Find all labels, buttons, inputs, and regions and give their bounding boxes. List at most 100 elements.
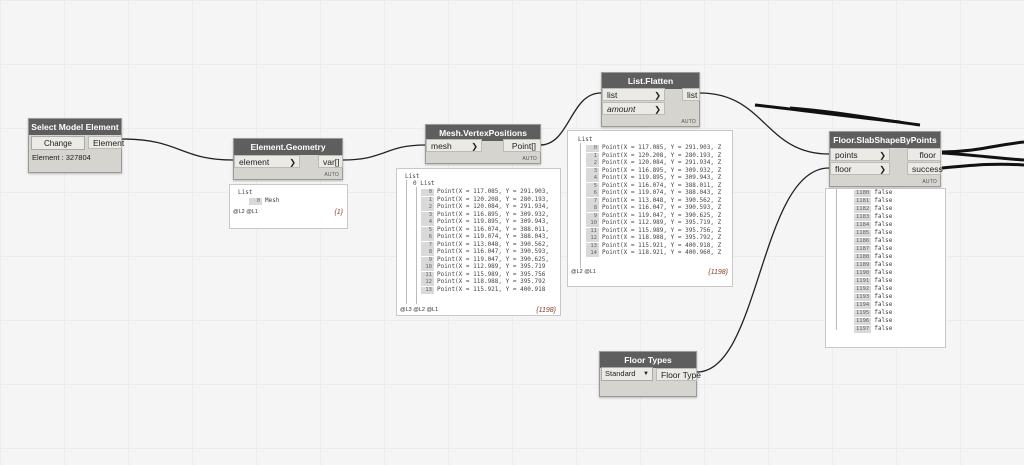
list-value: Point(X = 120.208, Y = 280.193, Z — [602, 151, 722, 159]
list-item: 1192 false — [854, 285, 892, 293]
list-item: 1181 false — [854, 197, 892, 205]
watch-vertex-preview[interactable]: List 0 List 0 Point(X = 117.085, Y = 291.… — [396, 168, 561, 316]
element-id-label: Element : 327804 — [32, 153, 91, 162]
list-item: 1 Point(X = 120.208, Y = 280.193, Z — [586, 151, 722, 160]
node-floor-types[interactable]: Floor Types Standard ▼ Floor Type — [599, 351, 701, 397]
output-port-element[interactable]: Element — [88, 136, 124, 149]
list-value: Point(X = 118.921, Y = 400.960, Z — [602, 249, 722, 256]
wire-element-to-geometry — [121, 138, 234, 161]
list-value: false — [874, 277, 893, 284]
watch-sublist-header: 0 List — [413, 180, 435, 187]
node-list-flatten[interactable]: List.Flatten list ❯ amount ❯ list AUTO — [601, 72, 700, 127]
input-port-list[interactable]: list ❯ — [602, 88, 665, 101]
list-value: Point(X = 118.988, Y = 395.792 — [437, 278, 546, 285]
lacing-label: AUTO — [681, 119, 696, 125]
list-value: Point(X = 115.989, Y = 395.756, Z — [602, 226, 722, 234]
chevron-right-icon: ❯ — [654, 105, 661, 114]
input-port-amount[interactable]: amount ❯ — [602, 102, 665, 115]
list-item: 1195 false — [854, 309, 892, 317]
node-element-geometry[interactable]: Element.Geometry element ❯ var[] AUTO — [233, 138, 343, 180]
list-item: 6 Point(X = 119.074, Y = 388.043, — [421, 233, 549, 241]
list-item: 11 Point(X = 115.989, Y = 395.756 — [421, 270, 546, 279]
output-port-floor[interactable]: floor — [907, 148, 941, 161]
list-item: 1 Point(X = 120.208, Y = 280.193, — [421, 196, 549, 204]
watch-geometry-preview[interactable]: List 0 Mesh @L2 @L1 {1} — [229, 184, 348, 229]
list-value: Point(X = 116.047, Y = 390.593, — [437, 248, 549, 255]
watch-list-header: List — [578, 136, 593, 143]
output-port-list[interactable]: list — [682, 88, 700, 101]
input-port-element[interactable]: element ❯ — [234, 155, 300, 168]
change-button[interactable]: Change — [31, 136, 85, 150]
list-index: 1186 — [854, 238, 872, 245]
output-port-point[interactable]: Point[] — [503, 139, 541, 152]
input-port-mesh[interactable]: mesh ❯ — [426, 139, 482, 152]
lacing-label: AUTO — [522, 156, 537, 162]
node-floor-slab-shape-by-points[interactable]: Floor.SlabShapeByPoints points ❯ floor ❯… — [829, 131, 943, 187]
list-item: 10 Point(X = 112.989, Y = 395.719, Z — [586, 219, 722, 227]
list-item: 0 Point(X = 117.085, Y = 291.903, — [421, 188, 549, 196]
node-select-model-element[interactable]: Select Model Element Change Element Elem… — [28, 118, 124, 173]
list-index: 14 — [586, 250, 599, 257]
watch-slab-preview[interactable]: 1180 false 1181 false 1182 false 1183 false … — [825, 188, 946, 348]
list-value: Point(X = 112.989, Y = 395.719 — [437, 263, 546, 270]
output-port-success[interactable]: success — [907, 162, 943, 175]
lacing-label: AUTO — [324, 172, 339, 178]
list-item: 1184 false — [854, 221, 892, 229]
node-mesh-vertex-positions[interactable]: Mesh.VertexPositions mesh ❯ Point[] AUTO — [425, 124, 541, 164]
list-value: false — [874, 205, 893, 212]
list-item: 5 Point(X = 116.074, Y = 388.011, Z — [586, 182, 721, 190]
tree-line — [836, 189, 837, 330]
list-value: false — [874, 317, 893, 324]
list-value: Point(X = 112.989, Y = 395.719, Z — [602, 219, 722, 226]
tree-line — [416, 187, 417, 304]
watch-list-header: List — [405, 173, 420, 180]
input-port-label: mesh — [431, 141, 452, 151]
list-item: 14 Point(X = 118.921, Y = 400.960, Z — [586, 249, 722, 257]
list-index: 1194 — [854, 302, 872, 309]
list-item: 13 Point(X = 115.921, Y = 400.918 — [421, 285, 546, 294]
list-index: 1196 — [854, 318, 872, 325]
list-value: Point(X = 115.921, Y = 400.918, Z — [602, 241, 722, 249]
watch-levels: @L2 @L1 — [571, 269, 596, 275]
input-port-label: amount — [607, 104, 636, 114]
list-index: 1189 — [854, 262, 872, 269]
watch-count: {1198} — [536, 307, 556, 314]
list-item: 1187 false — [854, 245, 892, 253]
node-title: Floor.SlabShapeByPoints — [830, 132, 940, 148]
list-index: 1182 — [854, 206, 872, 213]
list-item: 3 Point(X = 116.895, Y = 309.932, — [421, 211, 549, 219]
list-item: 13 Point(X = 115.921, Y = 400.918, Z — [586, 241, 722, 250]
list-value: Point(X = 116.047, Y = 390.593, Z — [602, 204, 722, 211]
list-item: 1185 false — [854, 229, 892, 237]
floor-type-dropdown[interactable]: Standard ▼ — [601, 367, 653, 381]
list-value: false — [874, 261, 893, 268]
list-item: 8 Point(X = 116.047, Y = 390.593, — [421, 248, 549, 256]
list-item: 4 Point(X = 119.895, Y = 309.943, Z — [586, 174, 722, 182]
output-port-floor-type[interactable]: Floor Type — [656, 368, 701, 381]
list-value: Point(X = 115.989, Y = 395.756 — [437, 270, 546, 278]
list-item: 10 Point(X = 112.989, Y = 395.719 — [421, 263, 546, 271]
list-value: Point(X = 117.085, Y = 291.903, Z — [602, 144, 722, 151]
list-value: Point(X = 120.084, Y = 291.934, — [437, 203, 549, 210]
list-value: Point(X = 115.921, Y = 400.918 — [437, 285, 546, 293]
list-item: 1193 false — [854, 293, 892, 301]
watch-list-header: List — [238, 189, 253, 196]
list-item: 1189 false — [854, 261, 893, 269]
list-item: 12 Point(X = 118.988, Y = 395.792, Z — [586, 234, 721, 242]
wire-incoming-bundle-2 — [789, 106, 921, 127]
list-item: 1191 false — [854, 277, 893, 285]
tree-line — [406, 180, 407, 304]
list-item: 8 Point(X = 116.047, Y = 390.593, Z — [586, 204, 722, 212]
watch-flatten-preview[interactable]: List 0 Point(X = 117.085, Y = 291.903, Z … — [567, 130, 733, 287]
chevron-right-icon: ❯ — [879, 151, 886, 160]
list-item: 1196 false — [854, 317, 893, 325]
input-port-points[interactable]: points ❯ — [830, 148, 890, 161]
output-port-var[interactable]: var[] — [318, 155, 343, 168]
list-value: Point(X = 119.047, Y = 390.625, Z — [602, 211, 722, 219]
list-value: Point(X = 119.895, Y = 309.943, Z — [602, 174, 722, 181]
list-value: Point(X = 117.085, Y = 291.903, — [437, 188, 549, 195]
list-index: 13 — [421, 286, 434, 294]
input-port-floor[interactable]: floor ❯ — [830, 162, 890, 175]
list-index: 1184 — [854, 222, 872, 229]
chevron-right-icon: ❯ — [654, 91, 661, 100]
